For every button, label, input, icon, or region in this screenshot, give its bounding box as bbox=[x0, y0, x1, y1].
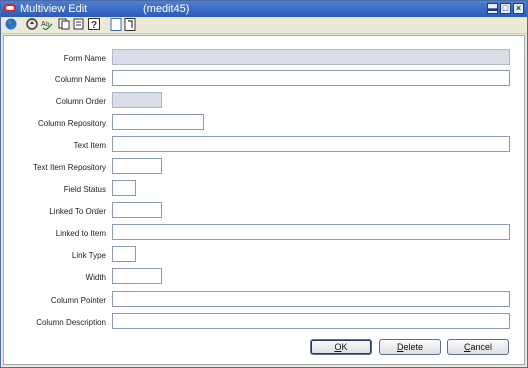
documents-icon[interactable] bbox=[57, 18, 70, 31]
blank-doc-icon[interactable] bbox=[109, 18, 122, 31]
help-icon[interactable]: ? bbox=[87, 18, 100, 31]
delete-button[interactable]: Delete bbox=[379, 339, 441, 355]
linked-to-order-label: Linked To Order bbox=[49, 207, 106, 216]
column-order-label: Column Order bbox=[55, 97, 106, 106]
column-pointer-label: Column Pointer bbox=[50, 296, 106, 305]
column-description-field[interactable] bbox=[112, 313, 510, 329]
link-type-field[interactable] bbox=[112, 246, 136, 262]
column-order-field bbox=[112, 92, 162, 108]
navigate-icon[interactable] bbox=[25, 18, 38, 31]
form-name-label: Form Name bbox=[63, 54, 106, 63]
column-repository-label: Column Repository bbox=[37, 119, 106, 128]
window-title: Multiview Edit bbox=[20, 3, 88, 15]
linked-to-order-field[interactable] bbox=[112, 202, 162, 218]
open-doc-icon[interactable] bbox=[123, 18, 136, 31]
text-item-field[interactable] bbox=[112, 136, 510, 152]
maximize-button[interactable]: □ bbox=[500, 3, 511, 14]
width-field[interactable] bbox=[112, 268, 162, 284]
column-repository-field[interactable] bbox=[112, 114, 204, 130]
toolbar: Ab ? bbox=[1, 17, 527, 34]
svg-text:?: ? bbox=[91, 20, 97, 30]
ok-mnemonic: O bbox=[334, 342, 342, 352]
width-label: Width bbox=[85, 273, 106, 282]
field-status-label: Field Status bbox=[63, 185, 106, 194]
globe-icon[interactable] bbox=[4, 18, 17, 31]
title-bar: Multiview Edit (medit45) ▬ □ × bbox=[1, 1, 527, 17]
column-description-label: Column Description bbox=[36, 318, 106, 327]
text-item-repository-label: Text Item Repository bbox=[33, 163, 106, 172]
oracle-logo-icon bbox=[4, 4, 16, 12]
cancel-button[interactable]: Cancel bbox=[447, 339, 509, 355]
field-status-field[interactable] bbox=[112, 180, 136, 196]
column-pointer-field[interactable] bbox=[112, 291, 510, 307]
documents-icon-2[interactable] bbox=[72, 18, 85, 31]
linked-to-item-label: Linked to Item bbox=[55, 229, 106, 238]
ok-button[interactable]: OK bbox=[310, 339, 372, 355]
column-name-field[interactable] bbox=[112, 70, 510, 86]
ok-label-rest: K bbox=[341, 342, 348, 352]
delete-label-rest: elete bbox=[403, 342, 424, 352]
minimize-button[interactable]: ▬ bbox=[487, 3, 498, 14]
window-subtitle: (medit45) bbox=[143, 3, 190, 15]
text-item-repository-field[interactable] bbox=[112, 158, 162, 174]
multiview-edit-window: Multiview Edit (medit45) ▬ □ × Ab ? Form… bbox=[0, 0, 528, 368]
close-button[interactable]: × bbox=[513, 3, 524, 14]
linked-to-item-field[interactable] bbox=[112, 224, 510, 240]
column-name-label: Column Name bbox=[54, 75, 106, 84]
form-panel: Form Name Column Name Column Order Colum… bbox=[3, 35, 525, 365]
text-item-label: Text Item bbox=[73, 141, 106, 150]
link-type-label: Link Type bbox=[71, 251, 106, 260]
cancel-label-rest: ancel bbox=[470, 342, 492, 352]
form-name-field bbox=[112, 49, 510, 65]
spellcheck-icon[interactable]: Ab bbox=[40, 18, 54, 31]
